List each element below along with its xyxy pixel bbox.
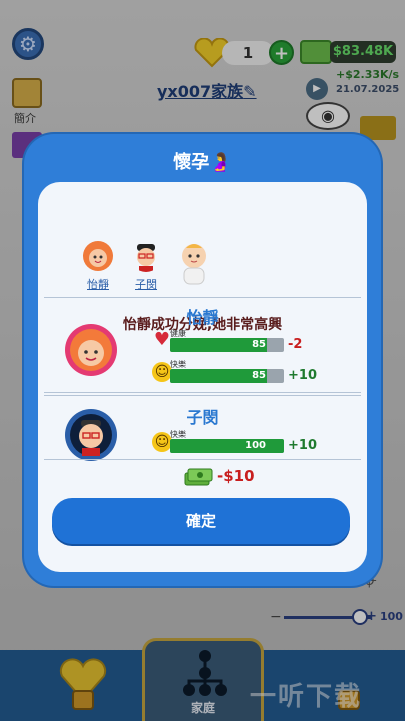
happy-face-icon: ☺	[152, 362, 172, 382]
participant-label[interactable]: 子閔	[126, 276, 166, 292]
divider	[44, 297, 361, 298]
pregnancy-dialog: 懷孕🤰 怡靜 子閔 怡靜成功分娩,她非常高興 怡靜 ♥ 健康 85 -2 ☺ 快…	[24, 134, 381, 586]
health-delta: -2	[288, 337, 303, 352]
heart-icon: ♥	[153, 329, 171, 350]
divider	[44, 392, 361, 393]
father-happy-delta: +10	[288, 438, 317, 453]
cost-row: -$10	[183, 465, 283, 489]
pregnant-woman-icon: 🤰	[209, 152, 232, 173]
baby-avatar	[182, 244, 206, 285]
cost-amount: -$10	[217, 467, 255, 485]
happy-value: 85	[252, 370, 266, 381]
happy-bar: 85	[170, 369, 284, 383]
participant-label[interactable]: 怡靜	[78, 276, 118, 292]
participants-row: 怡靜 子閔	[82, 240, 242, 296]
divider	[44, 395, 361, 396]
divider	[44, 459, 361, 460]
father-happy-bar: 100	[170, 439, 284, 453]
happy-face-icon: ☺	[152, 432, 172, 452]
dialog-body: 怡靜 子閔 怡靜成功分娩,她非常高興 怡靜 ♥ 健康 85 -2 ☺ 快樂 85…	[38, 182, 367, 572]
happy-delta: +10	[288, 368, 317, 383]
mother-portrait[interactable]	[64, 323, 118, 377]
health-value: 85	[252, 339, 266, 350]
confirm-button[interactable]: 確定	[52, 498, 350, 544]
cash-stack-icon	[184, 468, 213, 486]
father-mini-avatar[interactable]	[130, 240, 162, 272]
father-happy-value: 100	[245, 440, 266, 451]
dialog-title-text: 懷孕	[173, 152, 210, 173]
father-happy-bar-fill	[170, 439, 284, 453]
dialog-title: 懷孕🤰	[24, 148, 381, 174]
mother-mini-avatar[interactable]	[82, 240, 114, 272]
health-bar: 85	[170, 338, 284, 352]
father-portrait[interactable]	[64, 408, 118, 462]
